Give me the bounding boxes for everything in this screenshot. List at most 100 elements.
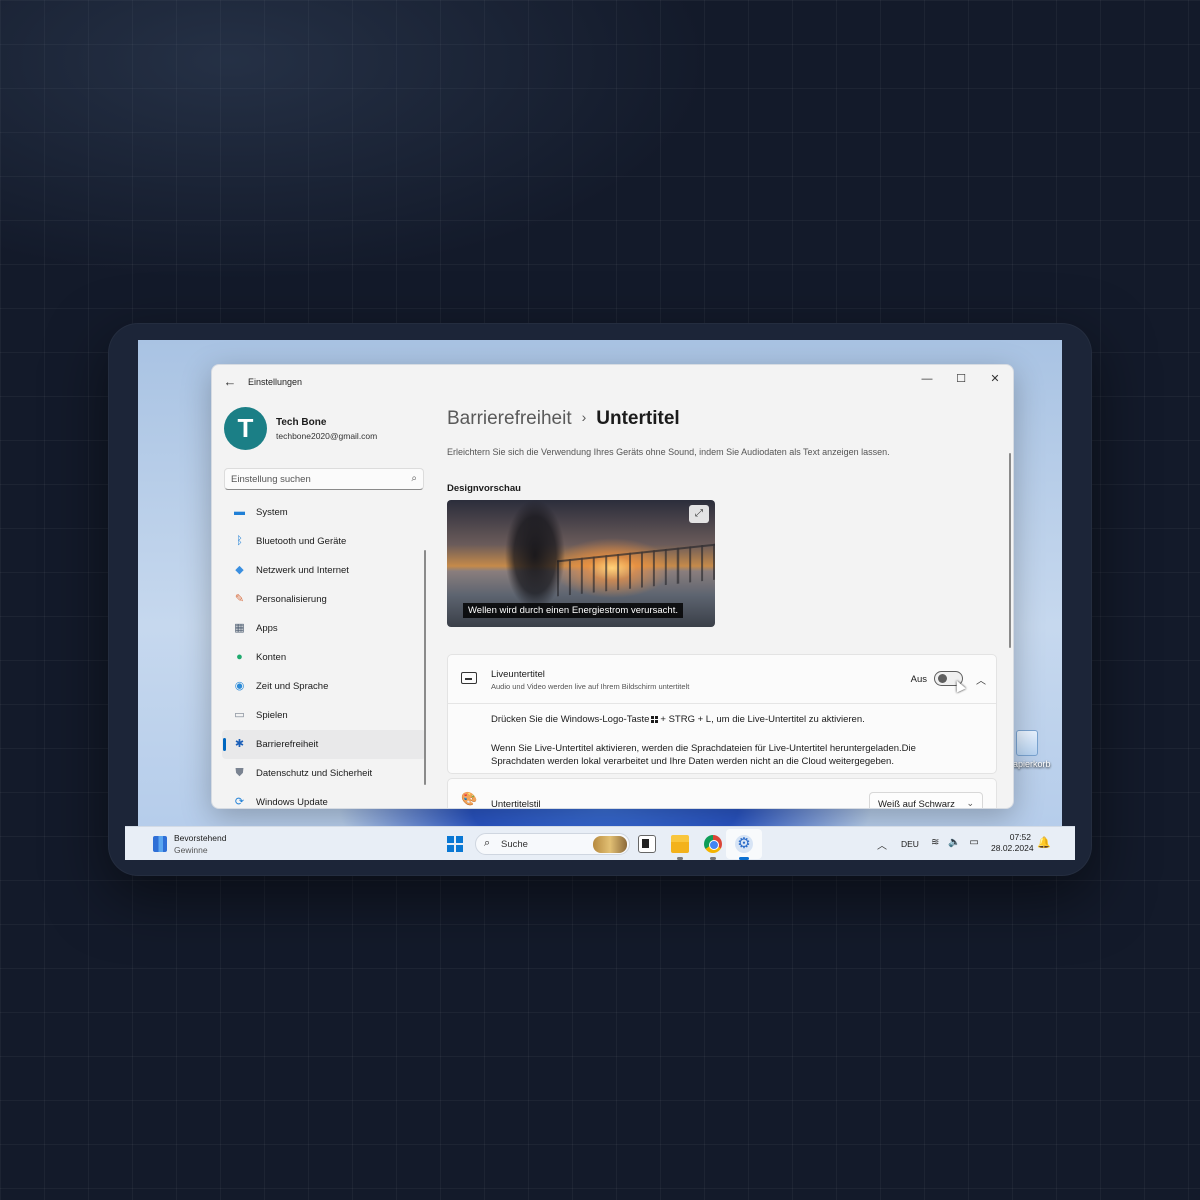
active-indicator (223, 738, 226, 751)
toggle-knob (938, 674, 947, 683)
preview-caption: Wellen wird durch einen Energiestrom ver… (463, 603, 683, 618)
taskbar: Bevorstehend Gewinne ⌕ Suche ⚙ ︿ DEU ≋ 🔈… (125, 826, 1075, 860)
clock-date: 28.02.2024 (991, 843, 1034, 853)
sidebar-item-label: Windows Update (256, 797, 328, 808)
start-button[interactable] (447, 836, 463, 852)
live-captions-header[interactable]: Liveuntertitel Audio und Video werden li… (448, 655, 996, 704)
screen-bezel-right (1062, 340, 1075, 860)
mouse-cursor-icon (952, 678, 966, 693)
breadcrumb: Barrierefreiheit › Untertitel (447, 408, 680, 430)
sidebar-item-datenschutz-und-sicherheit[interactable]: ⛊ Datenschutz und Sicherheit (222, 759, 426, 788)
avatar: T (224, 407, 267, 450)
caption-style-card[interactable]: 🎨 Untertitelstil Weiß auf Schwarz ⌄ (447, 778, 997, 809)
sidebar-nav: ▬ System ᛒ Bluetooth und Geräte ◆ Netzwerk un… (222, 498, 426, 808)
minimize-button[interactable]: — (911, 369, 943, 389)
search-icon[interactable]: ⌕ (411, 473, 417, 484)
back-arrow-icon[interactable]: ← (222, 374, 238, 390)
profile-email: techbone2020@gmail.com (276, 431, 378, 441)
preview-person (505, 500, 565, 610)
live-captions-card: Liveuntertitel Audio und Video werden li… (447, 654, 997, 774)
sidebar-item-windows-update[interactable]: ⟳ Windows Update (222, 788, 426, 808)
caption-style-value: Weiß auf Schwarz (878, 799, 955, 809)
main-content: Barrierefreiheit › Untertitel Erleichtern … (447, 405, 1002, 809)
gamepad-icon: ▭ (234, 709, 245, 721)
sidebar-item-zeit-und-sprache[interactable]: ◉ Zeit und Sprache (222, 672, 426, 701)
preview-railing (557, 543, 715, 597)
sidebar-scrollbar[interactable] (424, 550, 426, 785)
caption-style-dropdown[interactable]: Weiß auf Schwarz ⌄ (869, 792, 983, 809)
screen-bezel-left (125, 340, 138, 860)
clock[interactable]: 07:52 28.02.2024 (991, 832, 1034, 854)
apps-icon: ▦ (234, 622, 245, 634)
sidebar-item-bluetooth-und-geräte[interactable]: ᛒ Bluetooth und Geräte (222, 527, 426, 556)
search-input[interactable] (231, 472, 401, 487)
caption-style-title: Untertitelstil (491, 799, 541, 809)
search-highlight-image (593, 836, 627, 853)
shortcut-hint-after: + STRG + L, um die Live-Untertitel zu ak… (660, 714, 865, 725)
brush-icon: ✎ (234, 593, 245, 605)
page-description: Erleichtern Sie sich die Verwendung Ihre… (447, 447, 890, 457)
sidebar-item-label: Konten (256, 652, 287, 663)
title-bar: ← Einstellungen — ☐ ✕ (212, 365, 1013, 399)
running-indicator (710, 857, 716, 860)
sidebar-item-konten[interactable]: ● Konten (222, 643, 426, 672)
sidebar-item-label: Bluetooth und Geräte (256, 536, 347, 547)
close-button[interactable]: ✕ (979, 369, 1011, 389)
shortcut-hint-before: Drücken Sie die Windows-Logo-Taste (491, 714, 650, 725)
expand-icon[interactable]: ⤢ (689, 505, 709, 523)
running-indicator (677, 857, 683, 860)
breadcrumb-parent[interactable]: Barrierefreiheit (447, 408, 572, 429)
sidebar-item-label: Barrierefreiheit (256, 739, 319, 750)
settings-gear-icon[interactable]: ⚙ (735, 835, 753, 853)
profile-name: Tech Bone (276, 417, 327, 428)
accessibility-icon: ✱ (234, 738, 245, 750)
sidebar-item-label: Spielen (256, 710, 288, 721)
preview-heading: Designvorschau (447, 483, 521, 494)
live-captions-title: Liveuntertitel (491, 669, 545, 680)
notification-bell-icon[interactable]: 🔔 (1037, 836, 1051, 849)
sidebar-item-netzwerk-und-internet[interactable]: ◆ Netzwerk und Internet (222, 556, 426, 585)
widget-title[interactable]: Bevorstehend (174, 833, 226, 843)
widget-subtitle[interactable]: Gewinne (174, 845, 208, 855)
sidebar-item-personalisierung[interactable]: ✎ Personalisierung (222, 585, 426, 614)
window-title: Einstellungen (248, 377, 303, 387)
taskbar-search[interactable]: ⌕ Suche (475, 833, 630, 855)
sidebar-item-spielen[interactable]: ▭ Spielen (222, 701, 426, 730)
monitor-icon: ▬ (234, 506, 245, 518)
sidebar-item-system[interactable]: ▬ System (222, 498, 426, 527)
settings-search[interactable]: ⌕ (224, 468, 424, 490)
privacy-hint: Wenn Sie Live-Untertitel aktivieren, wer… (491, 743, 916, 767)
chrome-icon[interactable] (704, 835, 722, 853)
account-icon: ● (236, 651, 243, 663)
language-indicator[interactable]: DEU (901, 839, 919, 849)
terminal-app-icon[interactable] (638, 835, 656, 853)
update-icon: ⟳ (234, 796, 245, 808)
sidebar-item-barrierefreiheit[interactable]: ✱ Barrierefreiheit (222, 730, 426, 759)
widgets-chart-icon[interactable] (153, 836, 167, 852)
active-indicator (739, 857, 749, 860)
clock-time: 07:52 (1009, 832, 1031, 842)
tray-overflow-chevron-icon[interactable]: ︿ (877, 837, 887, 852)
user-profile[interactable]: T Tech Bone techbone2020@gmail.com (224, 407, 424, 453)
design-preview: ⤢ Wellen wird durch einen Energiestrom v… (447, 500, 715, 627)
shield-icon: ⛊ (235, 767, 244, 779)
bluetooth-icon: ᛒ (236, 535, 243, 547)
file-explorer-icon[interactable] (671, 835, 689, 853)
closed-captions-icon (461, 672, 477, 684)
maximize-button[interactable]: ☐ (945, 369, 977, 389)
screen: Papierkorb ← Einstellungen — ☐ ✕ T Tech … (125, 340, 1075, 860)
network-volume-battery-icons[interactable]: ≋ 🔈 ▭ (931, 837, 982, 848)
palette-icon: 🎨 (461, 791, 478, 806)
windows-key-icon (651, 715, 659, 723)
shortcut-hint: Drücken Sie die Windows-Logo-Taste + STRG… (491, 714, 865, 725)
search-icon: ⌕ (484, 837, 491, 849)
globe-clock-icon: ◉ (234, 680, 245, 692)
sidebar-item-apps[interactable]: ▦ Apps (222, 614, 426, 643)
recycle-bin-icon (1016, 730, 1038, 756)
sidebar-item-label: System (256, 507, 288, 518)
chevron-up-icon[interactable]: ︿ (976, 672, 986, 687)
chevron-down-icon: ⌄ (966, 798, 974, 808)
content-scrollbar[interactable] (1009, 453, 1011, 648)
sidebar-item-label: Personalisierung (256, 594, 327, 605)
taskbar-search-label: Suche (501, 839, 528, 850)
